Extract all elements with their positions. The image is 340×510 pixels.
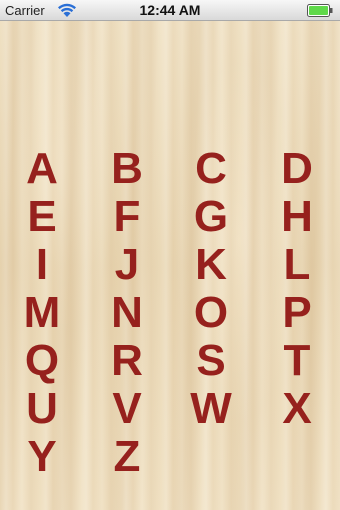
letter-u[interactable]: U [20, 387, 64, 431]
letter-l[interactable]: L [275, 243, 319, 287]
letter-grid: ABCD EFGH IJKL MNOP QRST UVWX YZ [0, 0, 340, 510]
letter-s[interactable]: S [189, 339, 233, 383]
letter-o[interactable]: O [189, 291, 233, 335]
letter-x[interactable]: X [275, 387, 319, 431]
app-screen: Carrier 12:44 AM ABCD EFGH IJKL MNOP QRST UVW… [0, 0, 340, 510]
letter-n[interactable]: N [105, 291, 149, 335]
letter-k[interactable]: K [189, 243, 233, 287]
letter-p[interactable]: P [275, 291, 319, 335]
letter-g[interactable]: G [189, 195, 233, 239]
letter-z[interactable]: Z [105, 435, 149, 479]
letter-b[interactable]: B [105, 147, 149, 191]
letter-d[interactable]: D [275, 147, 319, 191]
letter-f[interactable]: F [105, 195, 149, 239]
letter-r[interactable]: R [105, 339, 149, 383]
letter-t[interactable]: T [275, 339, 319, 383]
letter-v[interactable]: V [105, 387, 149, 431]
letter-c[interactable]: C [189, 147, 233, 191]
letter-m[interactable]: M [20, 291, 64, 335]
letter-q[interactable]: Q [20, 339, 64, 383]
letter-i[interactable]: I [20, 243, 64, 287]
clock: 12:44 AM [139, 2, 201, 18]
letter-e[interactable]: E [20, 195, 64, 239]
status-bar: Carrier 12:44 AM [0, 0, 340, 21]
battery-icon [307, 4, 333, 17]
letter-y[interactable]: Y [20, 435, 64, 479]
letter-h[interactable]: H [275, 195, 319, 239]
letter-a[interactable]: A [20, 147, 64, 191]
letter-w[interactable]: W [189, 387, 233, 431]
letter-j[interactable]: J [105, 243, 149, 287]
